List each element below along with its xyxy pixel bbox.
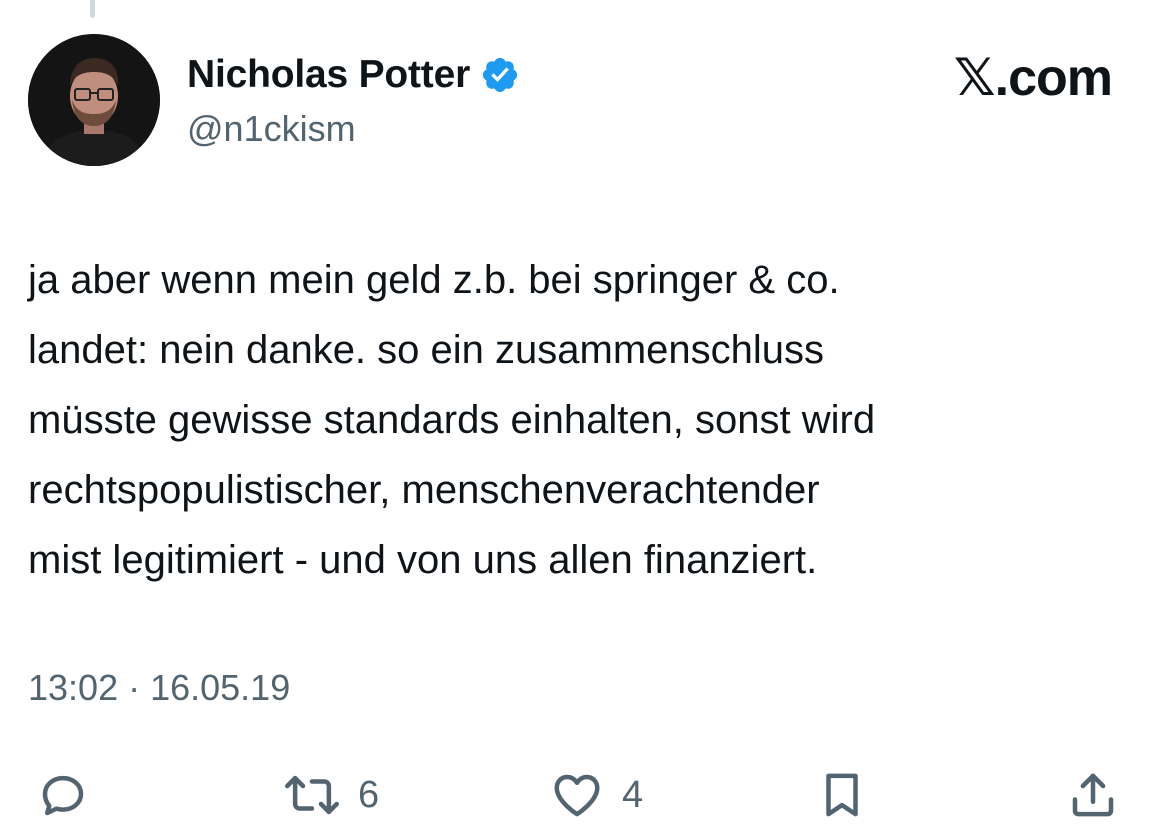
reply-icon <box>36 768 90 822</box>
heart-icon <box>548 768 606 822</box>
avatar[interactable] <box>28 34 160 166</box>
avatar-photo <box>28 34 160 166</box>
retweet-button[interactable]: 6 <box>282 760 379 830</box>
reply-button[interactable] <box>36 760 90 830</box>
author-handle[interactable]: @n1ckism <box>187 108 520 150</box>
like-button[interactable]: 4 <box>548 760 643 830</box>
thread-connector-line <box>90 0 95 18</box>
action-bar: 6 4 <box>0 760 1170 830</box>
author-display-name[interactable]: Nicholas Potter <box>187 53 470 97</box>
share-button[interactable] <box>1066 760 1120 830</box>
share-icon <box>1066 766 1120 824</box>
verified-badge-icon <box>480 55 520 95</box>
bookmark-button[interactable] <box>815 760 869 830</box>
retweet-count: 6 <box>358 773 380 816</box>
retweet-icon <box>282 768 342 822</box>
author-block: Nicholas Potter @n1ckism <box>187 50 520 150</box>
like-count: 4 <box>622 773 644 816</box>
bookmark-icon <box>815 766 869 824</box>
x-com-logo: 𝕏.com <box>953 49 1113 107</box>
tweet-timestamp[interactable]: 13:02 · 16.05.19 <box>28 667 290 709</box>
tweet-text: ja aber wenn mein geld z.b. bei springer… <box>28 258 876 582</box>
name-row: Nicholas Potter <box>187 50 520 100</box>
